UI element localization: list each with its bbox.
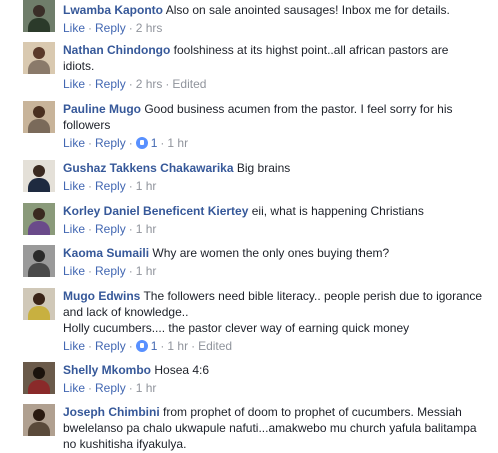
comment-actions: Like · Reply · 1 hr [63,264,157,278]
comment-body: Nathan Chindongo foolshiness at its high… [63,42,483,74]
comment-actions: Like · Reply · 2 hrs · Edited [63,77,207,91]
comment-actions: Like · Reply · 1 hr [63,222,157,236]
timestamp[interactable]: 1 hr [136,222,157,236]
like-button[interactable]: Like [63,136,85,150]
author-name[interactable]: Kaoma Sumaili [63,246,149,260]
comment-content: Kaoma Sumaili Why are women the only one… [63,245,483,279]
timestamp[interactable]: 1 hr [136,179,157,193]
comment-content: Gushaz Takkens Chakawarika Big brains Li… [63,160,483,194]
comment-actions: Like · Reply · 1 hr [63,381,157,395]
like-button[interactable]: Like [63,264,85,278]
like-button[interactable]: Like [63,222,85,236]
timestamp[interactable]: 2 hrs [136,21,163,35]
timestamp[interactable]: 2 hrs [136,77,163,91]
reply-button[interactable]: Reply [95,339,126,353]
comment-body: Kaoma Sumaili Why are women the only one… [63,245,483,261]
avatar[interactable] [23,203,55,235]
author-name[interactable]: Pauline Mugo [63,102,141,116]
comment-body: Pauline Mugo Good business acumen from t… [63,101,483,133]
comment-content: Lwamba Kaponto Also on sale anointed sau… [63,2,483,36]
author-name[interactable]: Joseph Chimbini [63,405,160,419]
comment-text: Why are women the only ones buying them? [152,246,390,260]
author-name[interactable]: Gushaz Takkens Chakawarika [63,161,234,175]
edited-label[interactable]: Edited [172,77,206,91]
comment-actions: Like · Reply · 2 hrs [63,21,163,35]
reply-button[interactable]: Reply [95,77,126,91]
comment-body: Joseph Chimbini from prophet of doom to … [63,404,483,452]
comment-content: Joseph Chimbini from prophet of doom to … [63,404,483,452]
reply-button[interactable]: Reply [95,222,126,236]
avatar[interactable] [23,404,55,436]
like-button[interactable]: Like [63,77,85,91]
comment-body: Lwamba Kaponto Also on sale anointed sau… [63,2,483,18]
like-button[interactable]: Like [63,179,85,193]
author-name[interactable]: Mugo Edwins [63,289,140,303]
avatar[interactable] [23,160,55,192]
timestamp[interactable]: 1 hr [136,264,157,278]
like-reaction-icon[interactable] [135,137,148,149]
comment-text: Also on sale anointed sausages! Inbox me… [165,3,450,17]
comment-body: Mugo Edwins The followers need bible lit… [63,288,483,320]
timestamp[interactable]: 1 hr [136,381,157,395]
comment-actions: Like · Reply · 1 hr [63,179,157,193]
like-button[interactable]: Like [63,339,85,353]
avatar[interactable] [23,101,55,133]
comment-body: Gushaz Takkens Chakawarika Big brains [63,160,483,176]
reply-button[interactable]: Reply [95,136,126,150]
reply-button[interactable]: Reply [95,21,126,35]
avatar[interactable] [23,0,55,32]
comment-content: Nathan Chindongo foolshiness at its high… [63,42,483,92]
comment-content: Korley Daniel Beneficent Kiertey eii, wh… [63,203,483,237]
reaction-count[interactable]: 1 [151,136,158,150]
like-reaction-icon[interactable] [135,340,148,352]
comment-actions: Like · Reply · 1 · 1 hr · Edited [63,339,233,353]
comment-body: Shelly Mkombo Hosea 4:6 [63,362,483,378]
comment-text: Hosea 4:6 [154,363,210,377]
comment-text: Big brains [236,161,291,175]
avatar[interactable] [23,245,55,277]
comment-actions: Like · Reply · 1 · 1 hr [63,136,189,150]
timestamp[interactable]: 1 hr [167,339,188,353]
comment-content: Pauline Mugo Good business acumen from t… [63,101,483,151]
reply-button[interactable]: Reply [95,179,126,193]
avatar[interactable] [23,288,55,320]
edited-label[interactable]: Edited [198,339,232,353]
like-button[interactable]: Like [63,381,85,395]
comment-text: eii, what is happening Christians [251,204,424,218]
comment-text-line2: Holly cucumbers.... the pastor clever wa… [63,321,410,335]
author-name[interactable]: Nathan Chindongo [63,43,170,57]
reaction-count[interactable]: 1 [151,339,158,353]
avatar[interactable] [23,362,55,394]
author-name[interactable]: Korley Daniel Beneficent Kiertey [63,204,248,218]
author-name[interactable]: Shelly Mkombo [63,363,151,377]
reply-button[interactable]: Reply [95,381,126,395]
timestamp[interactable]: 1 hr [167,136,188,150]
reply-button[interactable]: Reply [95,264,126,278]
comment-content: Mugo Edwins The followers need bible lit… [63,288,483,354]
like-button[interactable]: Like [63,21,85,35]
comment-body: Korley Daniel Beneficent Kiertey eii, wh… [63,203,483,219]
comment-content: Shelly Mkombo Hosea 4:6 Like · Reply · 1 hr [63,362,483,396]
author-name[interactable]: Lwamba Kaponto [63,3,163,17]
avatar[interactable] [23,42,55,74]
